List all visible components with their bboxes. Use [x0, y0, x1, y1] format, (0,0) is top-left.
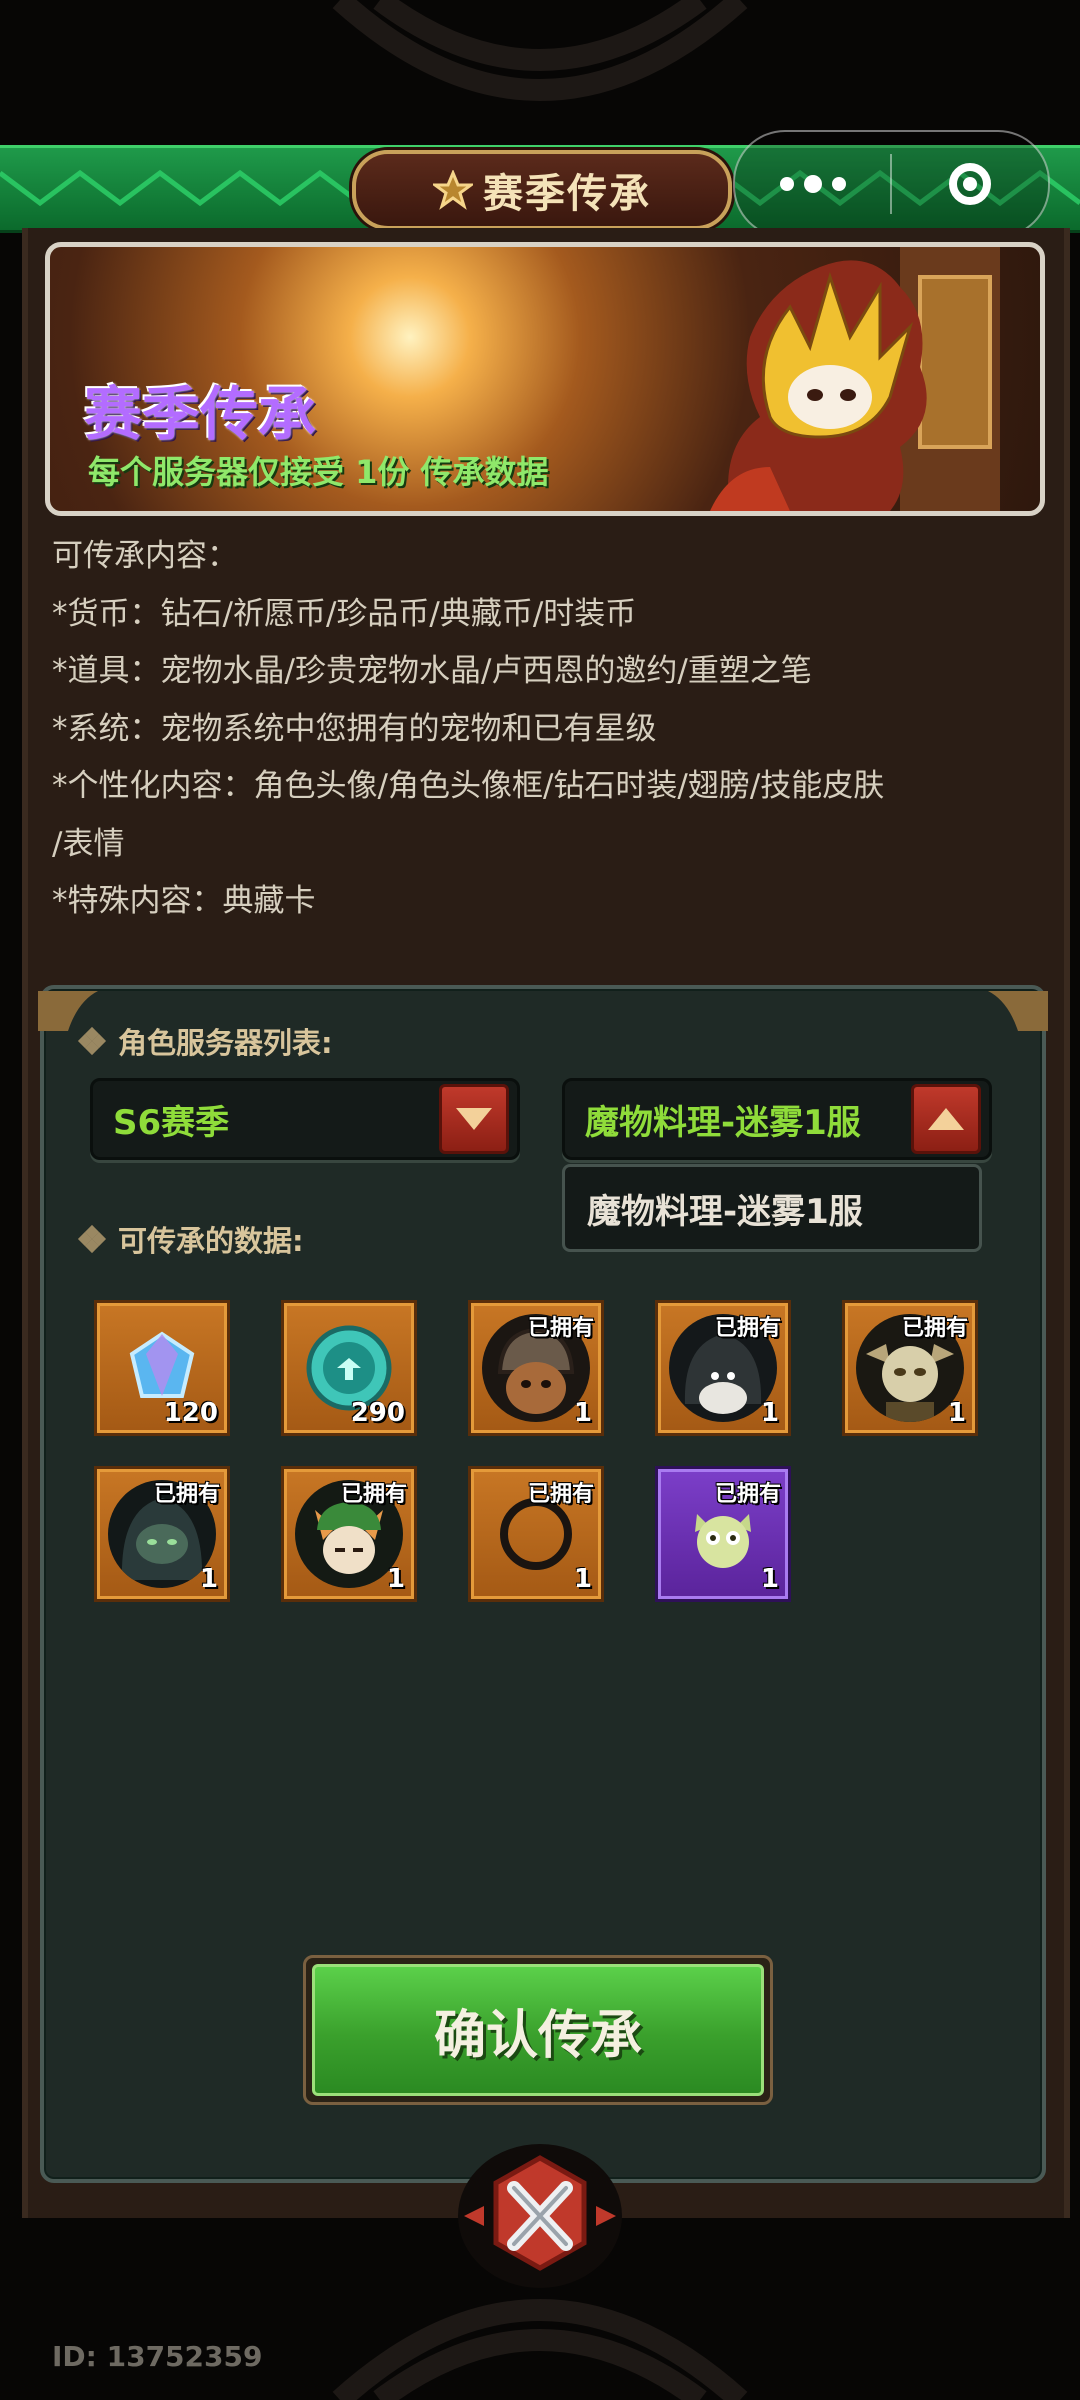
chevron-up-icon: [928, 1108, 964, 1130]
item-pet-hooded-sheep[interactable]: 已拥有 1: [658, 1303, 788, 1433]
chevron-down-icon: [456, 1108, 492, 1130]
season-select-value: S6赛季: [113, 1102, 230, 1143]
item-pet-green-owl[interactable]: 已拥有 1: [658, 1469, 788, 1599]
owned-badge: 已拥有: [527, 1482, 594, 1507]
item-teal-coin[interactable]: 290: [284, 1303, 414, 1433]
server-select-value: 魔物料理-迷雾1服: [585, 1102, 861, 1143]
item-pet-horned-skull[interactable]: 已拥有 1: [845, 1303, 975, 1433]
confirm-inherit-button[interactable]: 确认传承: [303, 1955, 773, 2105]
item-avatar-frame-ring[interactable]: 已拥有 1: [471, 1469, 601, 1599]
page-title-text: 赛季传承: [483, 171, 651, 217]
owned-badge: 已拥有: [153, 1482, 220, 1507]
season-banner: 赛季传承 每个服务器仅接受 1份 传承数据: [45, 242, 1045, 516]
more-dots-icon[interactable]: [735, 132, 890, 236]
owned-badge: 已拥有: [714, 1482, 781, 1507]
server-list-label: 角色服务器列表:: [77, 1020, 333, 1062]
item-pet-fox-archer[interactable]: 已拥有 1: [284, 1469, 414, 1599]
server-dropdown-option[interactable]: 魔物料理-迷雾1服: [562, 1164, 982, 1252]
capsule-menu: [733, 130, 1050, 238]
banner-subtitle: 每个服务器仅接受 1份 传承数据: [88, 453, 549, 491]
description-line: *特殊内容：典藏卡: [52, 883, 316, 919]
miniprogram-close-icon[interactable]: [892, 163, 1048, 205]
banner-title: 赛季传承: [84, 380, 317, 448]
description-line: *个性化内容：角色头像/角色头像框/钻石时装/翅膀/技能皮肤: [52, 768, 885, 804]
item-quantity: 1: [760, 1564, 779, 1594]
owned-badge: 已拥有: [340, 1482, 407, 1507]
server-dropdown-button[interactable]: [911, 1084, 981, 1154]
description-line: *道具：宠物水晶/珍贵宠物水晶/卢西恩的邀约/重塑之笔: [52, 653, 812, 689]
item-quantity: 1: [573, 1564, 592, 1594]
inheritance-description: 可传承内容： *货币：钻石/祈愿币/珍品币/典藏币/时装币 *道具：宠物水晶/珍…: [52, 528, 1032, 931]
diamond-bullet-icon: [77, 1026, 107, 1056]
close-emblem-icon[interactable]: [454, 2138, 626, 2288]
item-quantity: 1: [760, 1398, 779, 1428]
season-dropdown-button[interactable]: [439, 1084, 509, 1154]
item-pet-dark-hood[interactable]: 已拥有 1: [97, 1469, 227, 1599]
confirm-inherit-label: 确认传承: [312, 1964, 764, 2096]
page-title: 赛季传承: [352, 150, 732, 230]
user-id: ID: 13752359: [52, 2340, 263, 2373]
description-line: *系统：宠物系统中您拥有的宠物和已有星级: [52, 710, 657, 747]
description-line: /表情: [52, 825, 125, 862]
owned-badge: 已拥有: [714, 1316, 781, 1341]
data-label-text: 可传承的数据:: [118, 1224, 304, 1258]
item-quantity: 1: [573, 1398, 592, 1428]
data-label: 可传承的数据:: [77, 1218, 304, 1260]
server-list-label-text: 角色服务器列表:: [118, 1026, 333, 1060]
description-line: *货币：钻石/祈愿币/珍品币/典藏币/时装币: [52, 595, 637, 632]
owned-badge: 已拥有: [901, 1316, 968, 1341]
item-pet-helmet-rat[interactable]: 已拥有 1: [471, 1303, 601, 1433]
season-select[interactable]: S6赛季: [90, 1078, 520, 1160]
star-icon: [433, 170, 473, 210]
description-line: 可传承内容：: [52, 538, 238, 574]
item-quantity: 120: [163, 1398, 218, 1428]
item-quantity: 290: [350, 1398, 405, 1428]
item-quantity: 1: [199, 1564, 218, 1594]
owned-badge: 已拥有: [527, 1316, 594, 1341]
item-diamond-gem[interactable]: 120: [97, 1303, 227, 1433]
item-quantity: 1: [947, 1398, 966, 1428]
hero-character-art: [710, 247, 1000, 511]
item-quantity: 1: [386, 1564, 405, 1594]
diamond-bullet-icon: [77, 1224, 107, 1254]
server-select[interactable]: 魔物料理-迷雾1服: [562, 1078, 992, 1160]
panel-corner-ornament: [988, 991, 1048, 1031]
